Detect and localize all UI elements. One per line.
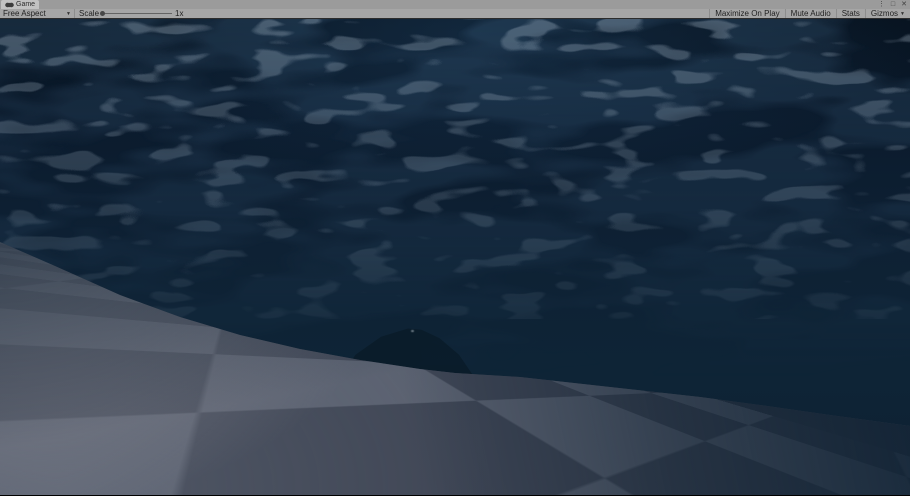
stats-button[interactable]: Stats [837,9,865,18]
tab-label: Game [16,0,35,9]
scale-slider[interactable] [102,13,172,14]
scale-label: Scale [79,9,99,18]
gizmos-dropdown[interactable]: Gizmos ▼ [866,9,910,18]
game-view-icon [5,2,14,8]
aspect-label: Free Aspect [3,9,46,18]
game-window: Game ⋮ □ ✕ Free Aspect ▼ Scale 1x Maximi… [0,0,910,496]
maximize-on-play-button[interactable]: Maximize On Play [710,9,784,18]
game-viewport[interactable] [0,19,910,495]
aspect-dropdown[interactable]: Free Aspect ▼ [0,9,74,18]
game-toolbar: Free Aspect ▼ Scale 1x Maximize On Play … [0,9,910,19]
window-controls: ⋮ □ ✕ [878,0,907,9]
chevron-down-icon: ▼ [900,11,905,17]
scale-control: Scale 1x [75,9,187,18]
light-speck [411,330,414,332]
window-restore-icon[interactable]: □ [891,0,895,9]
scale-slider-handle[interactable] [100,11,105,16]
titlebar: Game ⋮ □ ✕ [0,0,910,9]
scale-value: 1x [175,9,183,18]
window-close-icon[interactable]: ✕ [901,0,907,9]
chevron-down-icon: ▼ [66,11,71,17]
mute-audio-button[interactable]: Mute Audio [786,9,836,18]
toolbar-right-group: Maximize On Play Mute Audio Stats Gizmos… [709,9,910,18]
window-menu-icon[interactable]: ⋮ [878,0,885,9]
tab-game[interactable]: Game [1,0,39,9]
